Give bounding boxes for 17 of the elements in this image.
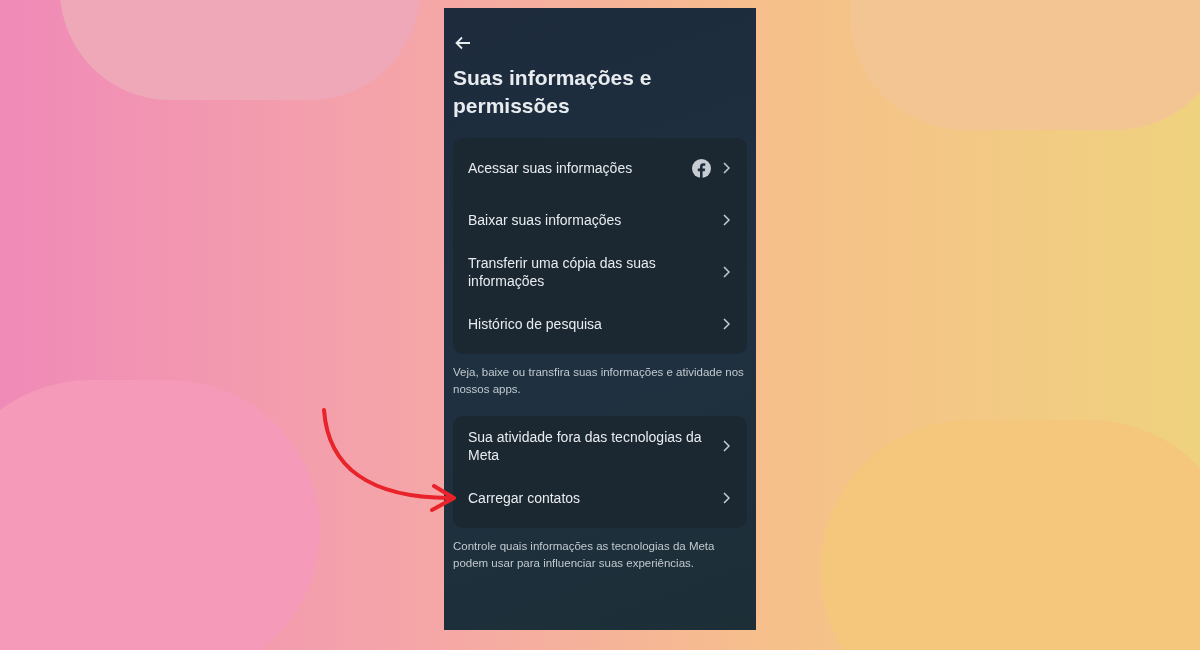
settings-item[interactable]: Carregar contatos	[453, 472, 747, 524]
chevron-right-icon	[723, 162, 730, 174]
back-arrow-icon[interactable]	[455, 36, 471, 50]
section-description: Veja, baixe ou transfira suas informações e atividade nos nossos apps.	[453, 365, 745, 397]
settings-item[interactable]: Acessar suas informações	[453, 142, 747, 194]
page-title: Suas informações e permissões	[453, 65, 653, 119]
chevron-right-icon	[723, 318, 730, 330]
section-description: Controle quais informações as tecnologias da Meta podem usar para influenciar suas experiências.	[453, 539, 716, 571]
settings-item[interactable]: Baixar suas informações	[453, 194, 747, 246]
chevron-right-icon	[723, 492, 730, 504]
chevron-right-icon	[723, 214, 730, 226]
chevron-right-icon	[723, 440, 730, 452]
settings-item[interactable]: Histórico de pesquisa	[453, 298, 747, 350]
chevron-right-icon	[723, 266, 730, 278]
settings-item[interactable]: Transferir uma cópia das suas informações	[453, 246, 747, 298]
facebook-logo-icon	[692, 158, 711, 178]
settings-item[interactable]: Sua atividade fora das tecnologias da Meta	[453, 420, 747, 472]
